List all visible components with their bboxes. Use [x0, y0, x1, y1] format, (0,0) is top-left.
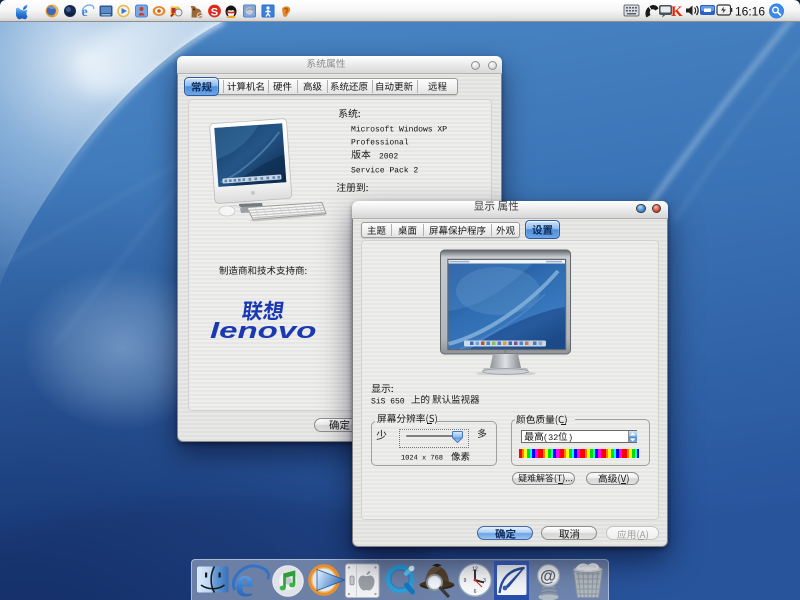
svg-text:6: 6: [474, 589, 477, 595]
svg-text:9: 9: [464, 578, 467, 584]
svg-text:K: K: [671, 4, 683, 20]
svg-text:@: @: [540, 568, 556, 586]
svg-text:16:16: 16:16: [735, 5, 765, 19]
